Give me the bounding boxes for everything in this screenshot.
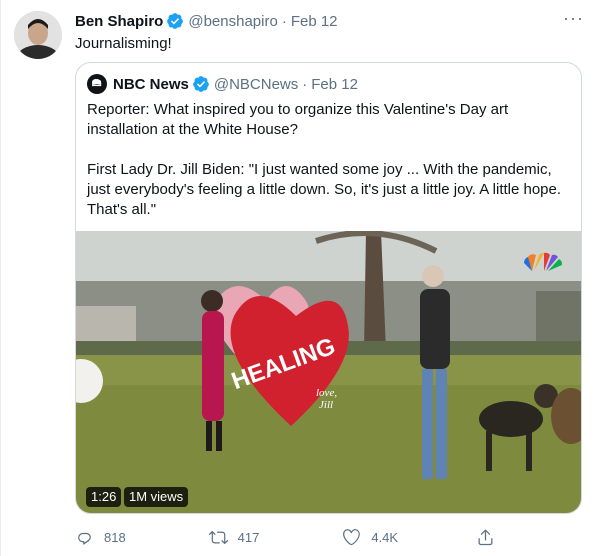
video-views-badge: 1M views [124, 487, 189, 507]
video-player[interactable]: HEALING love, Jill 1:26 1M views [76, 231, 581, 513]
retweet-count: 417 [237, 529, 260, 545]
author-name[interactable]: Ben Shapiro [75, 13, 163, 30]
heart-icon [343, 528, 361, 545]
reply-count: 818 [104, 529, 126, 545]
timeline-divider [0, 0, 1, 556]
dot-separator: · [281, 12, 287, 30]
heart-signature-text: love, [316, 387, 337, 399]
tweet-text: Journalisming! [75, 35, 172, 52]
retweet-button[interactable]: 417 [208, 526, 343, 548]
dot-separator: · [302, 75, 308, 93]
quoted-author-handle: @NBCNews [213, 75, 299, 93]
tweet-date[interactable]: Feb 12 [291, 13, 338, 30]
reply-button[interactable]: 818 [75, 526, 209, 548]
tweet-header: Ben Shapiro @benshapiro · Feb 12 [75, 11, 338, 31]
video-frame: HEALING love, Jill [76, 231, 581, 513]
quoted-author-name: NBC News [113, 75, 189, 93]
more-options-icon[interactable]: ··· [563, 8, 584, 29]
reply-icon [78, 532, 91, 545]
verified-badge-icon [166, 12, 184, 30]
nbc-news-avatar [87, 74, 107, 94]
tweet-action-bar: 818 417 4.4K [75, 526, 505, 548]
author-handle[interactable]: @benshapiro [188, 13, 277, 30]
share-button[interactable] [476, 526, 505, 548]
quoted-tweet-text: Reporter: What inspired you to organize … [87, 100, 567, 240]
share-icon [478, 529, 493, 545]
author-avatar[interactable] [14, 11, 62, 59]
quoted-tweet-date: Feb 12 [311, 75, 358, 93]
like-button[interactable]: 4.4K [342, 526, 476, 548]
heart-signature-name: Jill [319, 399, 333, 411]
like-count: 4.4K [371, 529, 399, 545]
video-duration-badge: 1:26 [86, 487, 122, 507]
quoted-paragraph-1: Reporter: What inspired you to organize … [87, 101, 509, 138]
verified-badge-icon [192, 75, 210, 93]
retweet-icon [208, 530, 228, 544]
quoted-paragraph-2: First Lady Dr. Jill Biden: "I just wante… [87, 161, 562, 218]
quoted-tweet-header: NBC News @NBCNews · Feb 12 [87, 74, 358, 94]
quoted-tweet-card[interactable]: NBC News @NBCNews · Feb 12 Reporter: Wha… [75, 62, 582, 514]
